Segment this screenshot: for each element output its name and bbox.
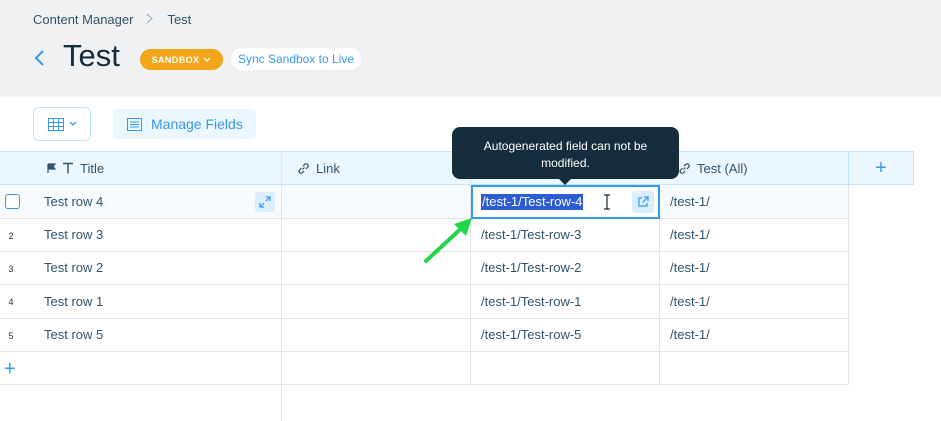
view-switcher-button[interactable] xyxy=(33,107,91,141)
cell-title[interactable]: Test row 2 xyxy=(44,251,103,284)
cell-test-all[interactable]: /test-1/ xyxy=(670,285,710,318)
cell-title[interactable]: Test row 3 xyxy=(44,218,103,251)
cell-title[interactable]: Test row 5 xyxy=(44,318,103,351)
manage-fields-button[interactable]: Manage Fields xyxy=(114,109,256,139)
annotation-arrow-icon xyxy=(424,218,472,263)
cell-slug[interactable]: /test-1/Test-row-3 xyxy=(481,218,581,251)
selected-slug-text[interactable]: /test-1/Test-row-4 xyxy=(481,194,584,210)
chevron-right-icon xyxy=(146,12,154,27)
table-icon xyxy=(47,117,64,131)
back-arrow-icon[interactable] xyxy=(33,49,47,67)
column-header-label: Title xyxy=(80,160,105,176)
cell-test-all[interactable]: /test-1/ xyxy=(670,318,710,351)
row-number: 5 xyxy=(8,331,14,341)
open-link-icon[interactable] xyxy=(632,191,654,213)
column-header-link[interactable]: Link xyxy=(297,151,340,185)
column-header-title[interactable]: Title xyxy=(47,151,104,185)
text-icon xyxy=(63,162,73,174)
row-number: 4 xyxy=(8,297,14,307)
add-row-button[interactable]: + xyxy=(4,358,16,381)
cell-title[interactable]: Test row 4 xyxy=(44,185,103,218)
column-header-label: Test (All) xyxy=(697,160,748,176)
link-icon xyxy=(298,162,309,174)
column-header-test-all[interactable]: Test (All) xyxy=(678,151,748,185)
sync-sandbox-button[interactable]: Sync Sandbox to Live xyxy=(231,48,361,70)
tooltip-line: Autogenerated field can not be xyxy=(483,139,648,153)
page-title: Test xyxy=(63,38,120,73)
sandbox-badge-label: SANDBOX xyxy=(151,54,200,65)
tooltip-line: modified. xyxy=(541,156,590,170)
fields-icon xyxy=(127,117,142,131)
text-cursor-icon xyxy=(603,194,611,210)
cell-title[interactable]: Test row 1 xyxy=(44,285,103,318)
sandbox-badge[interactable]: SANDBOX xyxy=(140,49,223,70)
cell-test-all[interactable]: /test-1/ xyxy=(670,185,710,218)
cell-slug[interactable]: /test-1/Test-row-2 xyxy=(481,251,581,284)
breadcrumb-current: Test xyxy=(167,12,192,27)
divider xyxy=(0,284,848,285)
manage-fields-label: Manage Fields xyxy=(151,116,243,132)
divider xyxy=(0,351,848,352)
row-number: 3 xyxy=(8,264,14,274)
row-number: 2 xyxy=(8,231,14,241)
breadcrumb-content-manager[interactable]: Content Manager xyxy=(33,12,133,27)
breadcrumb: Content Manager Test xyxy=(33,12,191,27)
chevron-down-icon xyxy=(203,57,211,62)
tooltip-arrow xyxy=(558,178,572,185)
column-header-label: Link xyxy=(316,160,340,176)
cell-slug[interactable]: /test-1/Test-row-1 xyxy=(481,285,581,318)
divider xyxy=(0,318,848,319)
divider xyxy=(848,185,849,385)
cell-test-all[interactable]: /test-1/ xyxy=(670,251,710,284)
link-icon xyxy=(679,162,690,174)
add-column-button[interactable]: + xyxy=(848,151,914,185)
expand-icon[interactable] xyxy=(255,192,275,212)
chevron-down-icon xyxy=(69,121,76,126)
cell-test-all[interactable]: /test-1/ xyxy=(670,218,710,251)
flag-icon xyxy=(47,162,56,173)
divider xyxy=(281,151,282,421)
tooltip: Autogenerated field can not be modified. xyxy=(452,127,679,179)
divider xyxy=(0,384,848,385)
row-checkbox[interactable] xyxy=(5,194,20,209)
cell-slug[interactable]: /test-1/Test-row-5 xyxy=(481,318,581,351)
